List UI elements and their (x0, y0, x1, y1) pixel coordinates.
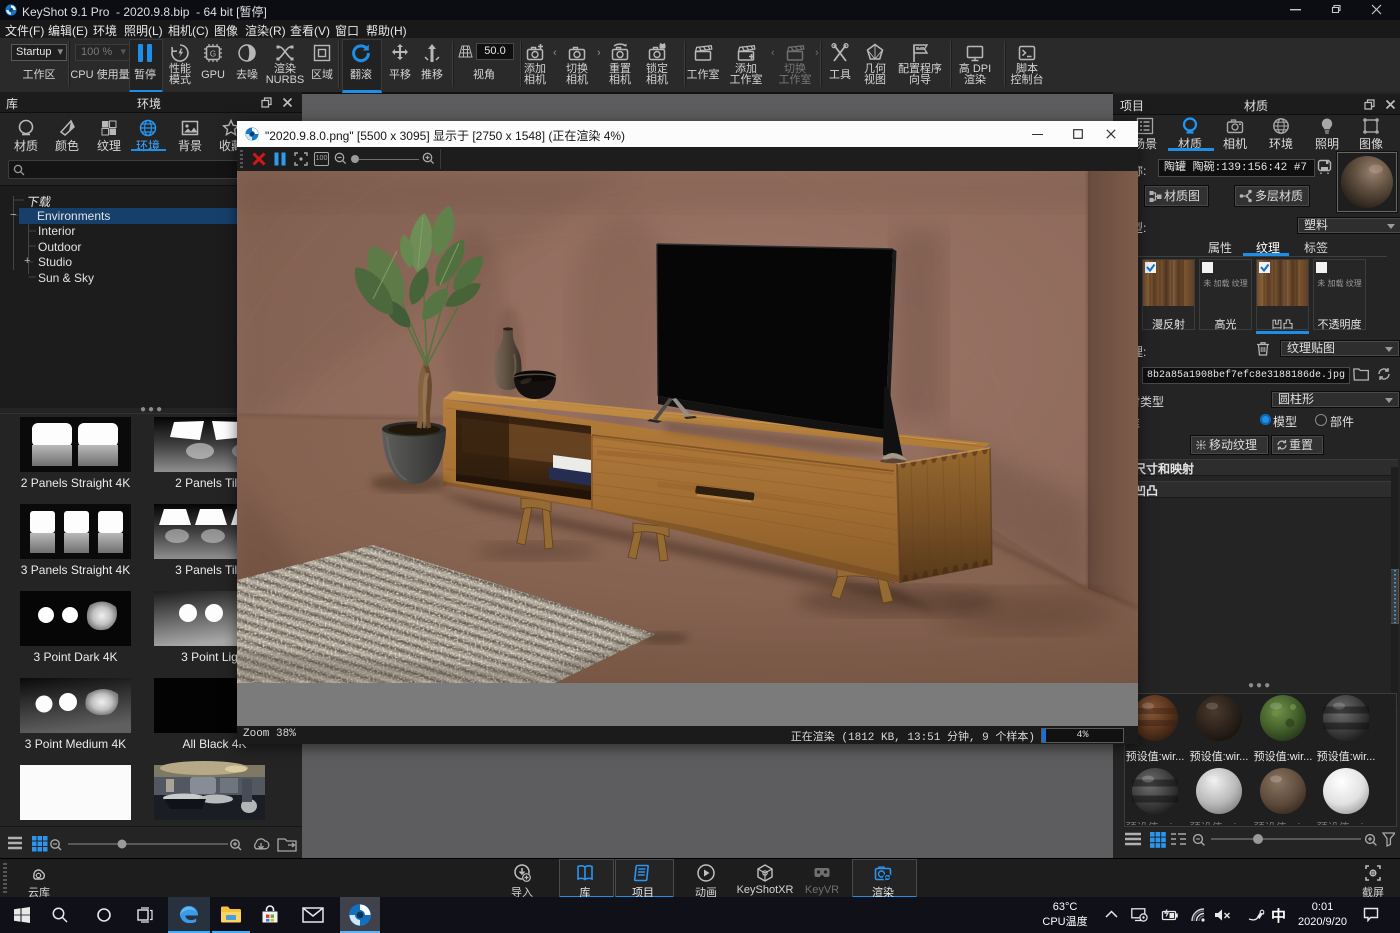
svg-text:G: G (210, 50, 216, 59)
